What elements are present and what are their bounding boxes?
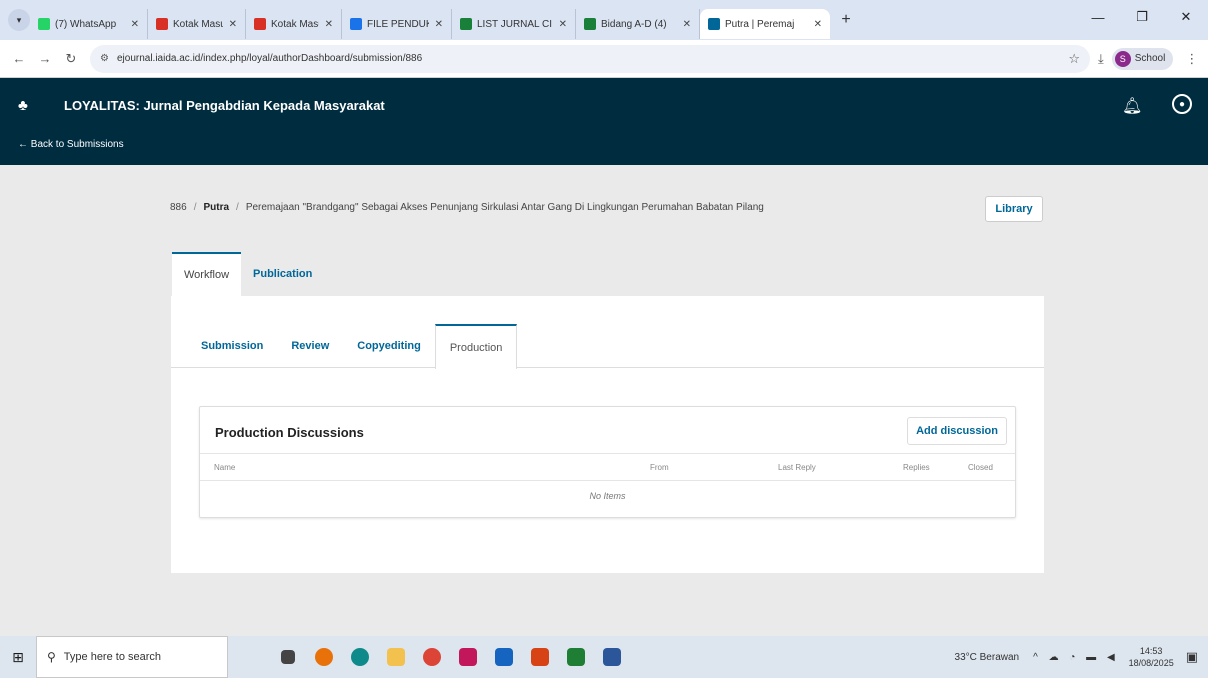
browser-tab-strip: ▾ (7) WhatsApp ✕ Kotak Masuk - ✕ Kotak M… bbox=[0, 0, 1208, 40]
search-placeholder: Type here to search bbox=[63, 651, 162, 663]
ojs-icon bbox=[708, 18, 720, 30]
grid-title: Production Discussions bbox=[215, 425, 364, 440]
tab-workflow[interactable]: Workflow bbox=[172, 252, 242, 296]
grid-header-row: Name From Last Reply Replies Closed bbox=[200, 453, 1015, 481]
production-discussions-grid: Production Discussions Add discussion Na… bbox=[199, 406, 1016, 518]
new-tab-button[interactable]: + bbox=[834, 11, 858, 29]
word-icon[interactable] bbox=[594, 636, 630, 678]
app-icon[interactable] bbox=[486, 636, 522, 678]
bookmark-star-icon[interactable]: ☆ bbox=[1068, 51, 1080, 67]
notification-icon[interactable]: ▣ bbox=[1186, 649, 1198, 665]
taskbar: ⊞ ⚲ Type here to search 33°C Berawan ^ ☁… bbox=[0, 636, 1208, 678]
excel-icon[interactable] bbox=[558, 636, 594, 678]
window-controls: — ❐ ✕ bbox=[1076, 0, 1208, 34]
workflow-panel: Submission Review Copyediting Production… bbox=[171, 296, 1044, 573]
chrome-icon[interactable] bbox=[414, 636, 450, 678]
app-icon[interactable] bbox=[450, 636, 486, 678]
profile-button[interactable]: S School bbox=[1111, 47, 1174, 70]
close-icon[interactable]: ✕ bbox=[435, 19, 443, 30]
gmail-icon bbox=[156, 18, 168, 30]
gmail-icon bbox=[254, 18, 266, 30]
journal-title[interactable]: LOYALITAS: Jurnal Pengabdian Kepada Masy… bbox=[64, 98, 385, 113]
download-icon[interactable]: ⤓ bbox=[1098, 51, 1104, 67]
tab-submission[interactable]: Submission bbox=[187, 324, 277, 368]
app-icon[interactable] bbox=[306, 636, 342, 678]
submission-author: Putra bbox=[203, 202, 230, 213]
tab-production[interactable]: Production bbox=[434, 324, 518, 369]
forward-icon[interactable]: → bbox=[32, 51, 58, 66]
browser-tab[interactable]: Bidang A-D (4) ✕ bbox=[576, 9, 700, 39]
close-icon[interactable]: ✕ bbox=[814, 19, 822, 30]
tab-review[interactable]: Review bbox=[277, 324, 343, 368]
breadcrumb: 886 / Putra / Peremajaan "Brandgang" Seb… bbox=[170, 202, 764, 213]
browser-tab[interactable]: (7) WhatsApp ✕ bbox=[30, 9, 148, 39]
sheets-icon bbox=[460, 18, 472, 30]
submission-id: 886 bbox=[170, 202, 187, 213]
column-header-closed: Closed bbox=[968, 463, 993, 472]
browser-tab-active[interactable]: Putra | Peremaj ✕ bbox=[700, 9, 830, 39]
column-header-last-reply: Last Reply bbox=[778, 463, 816, 472]
close-icon[interactable]: ✕ bbox=[325, 19, 333, 30]
clock[interactable]: 14:53 18/08/2025 bbox=[1129, 645, 1174, 669]
menu-kebab-icon[interactable]: ⋮ bbox=[1185, 51, 1198, 67]
windows-start-icon[interactable]: ⊞ bbox=[0, 649, 36, 666]
bell-icon[interactable]: 🔔︎ bbox=[1122, 96, 1142, 116]
browser-tab[interactable]: FILE PENDUKU ✕ bbox=[342, 9, 452, 39]
site-logo-icon[interactable]: ♣ bbox=[18, 97, 28, 114]
url-text: ejournal.iaida.ac.id/index.php/loyal/aut… bbox=[116, 53, 423, 64]
column-header-from: From bbox=[650, 463, 669, 472]
browser-tab[interactable]: LIST JURNAL CI ✕ bbox=[452, 9, 576, 39]
tab-copyediting[interactable]: Copyediting bbox=[343, 324, 435, 368]
profile-avatar: S bbox=[1114, 50, 1131, 67]
sheets-icon bbox=[584, 18, 596, 30]
breadcrumb-separator: / bbox=[236, 202, 239, 213]
user-avatar-icon[interactable]: ● bbox=[1172, 94, 1192, 114]
address-bar: ← → ↻ ⚙ ejournal.iaida.ac.id/index.php/l… bbox=[0, 40, 1208, 78]
add-discussion-button[interactable]: Add discussion bbox=[907, 417, 1007, 445]
column-header-replies: Replies bbox=[903, 463, 930, 472]
search-icon: ⚲ bbox=[47, 650, 56, 664]
breadcrumb-separator: / bbox=[193, 202, 197, 213]
browser-tab[interactable]: Kotak Masuk - ✕ bbox=[148, 9, 246, 39]
whatsapp-icon bbox=[38, 18, 50, 30]
stage-tabs: Submission Review Copyediting Production bbox=[171, 324, 1044, 369]
library-button[interactable]: Library bbox=[985, 196, 1043, 222]
url-input[interactable]: ⚙ ejournal.iaida.ac.id/index.php/loyal/a… bbox=[90, 44, 1090, 73]
close-icon[interactable]: ✕ bbox=[559, 19, 567, 30]
tray-icons[interactable]: ^ ☁ ◔ ▬ ◀ bbox=[1033, 652, 1119, 663]
minimize-icon[interactable]: — bbox=[1076, 0, 1120, 34]
back-to-submissions-link[interactable]: ← Back to Submissions bbox=[18, 139, 124, 150]
tab-publication[interactable]: Publication bbox=[241, 252, 324, 296]
file-explorer-icon[interactable] bbox=[378, 636, 414, 678]
submission-title: Peremajaan "Brandgang" Sebagai Akses Pen… bbox=[245, 202, 764, 213]
app-header: ♣ LOYALITAS: Jurnal Pengabdian Kepada Ma… bbox=[0, 78, 1208, 165]
tab-search-icon[interactable]: ▾ bbox=[8, 9, 30, 31]
close-icon[interactable]: ✕ bbox=[683, 19, 691, 30]
clock-time: 14:53 bbox=[1139, 646, 1163, 656]
close-icon[interactable]: ✕ bbox=[131, 19, 139, 30]
app-icon[interactable] bbox=[522, 636, 558, 678]
clock-date: 18/08/2025 bbox=[1128, 658, 1174, 668]
taskbar-search-input[interactable]: ⚲ Type here to search bbox=[36, 636, 228, 678]
column-header-name: Name bbox=[214, 463, 236, 472]
close-icon[interactable]: ✕ bbox=[229, 19, 237, 30]
site-info-icon[interactable]: ⚙ bbox=[100, 53, 109, 64]
browser-tab[interactable]: Kotak Masuk - ✕ bbox=[246, 9, 342, 39]
back-icon[interactable]: ← bbox=[6, 51, 32, 66]
main-tabs: Workflow Publication bbox=[172, 252, 324, 296]
edge-icon[interactable] bbox=[342, 636, 378, 678]
drive-icon bbox=[350, 18, 362, 30]
maximize-icon[interactable]: ❐ bbox=[1120, 0, 1164, 34]
empty-message: No Items bbox=[589, 491, 626, 501]
system-tray: 33°C Berawan ^ ☁ ◔ ▬ ◀ 14:53 18/08/2025 … bbox=[955, 636, 1208, 678]
close-window-icon[interactable]: ✕ bbox=[1164, 0, 1208, 34]
task-view-icon[interactable] bbox=[270, 636, 306, 678]
weather-widget[interactable]: 33°C Berawan bbox=[955, 652, 1020, 663]
profile-label: School bbox=[1134, 53, 1166, 64]
reload-icon[interactable]: ↻ bbox=[58, 51, 84, 67]
taskbar-apps bbox=[270, 636, 630, 678]
